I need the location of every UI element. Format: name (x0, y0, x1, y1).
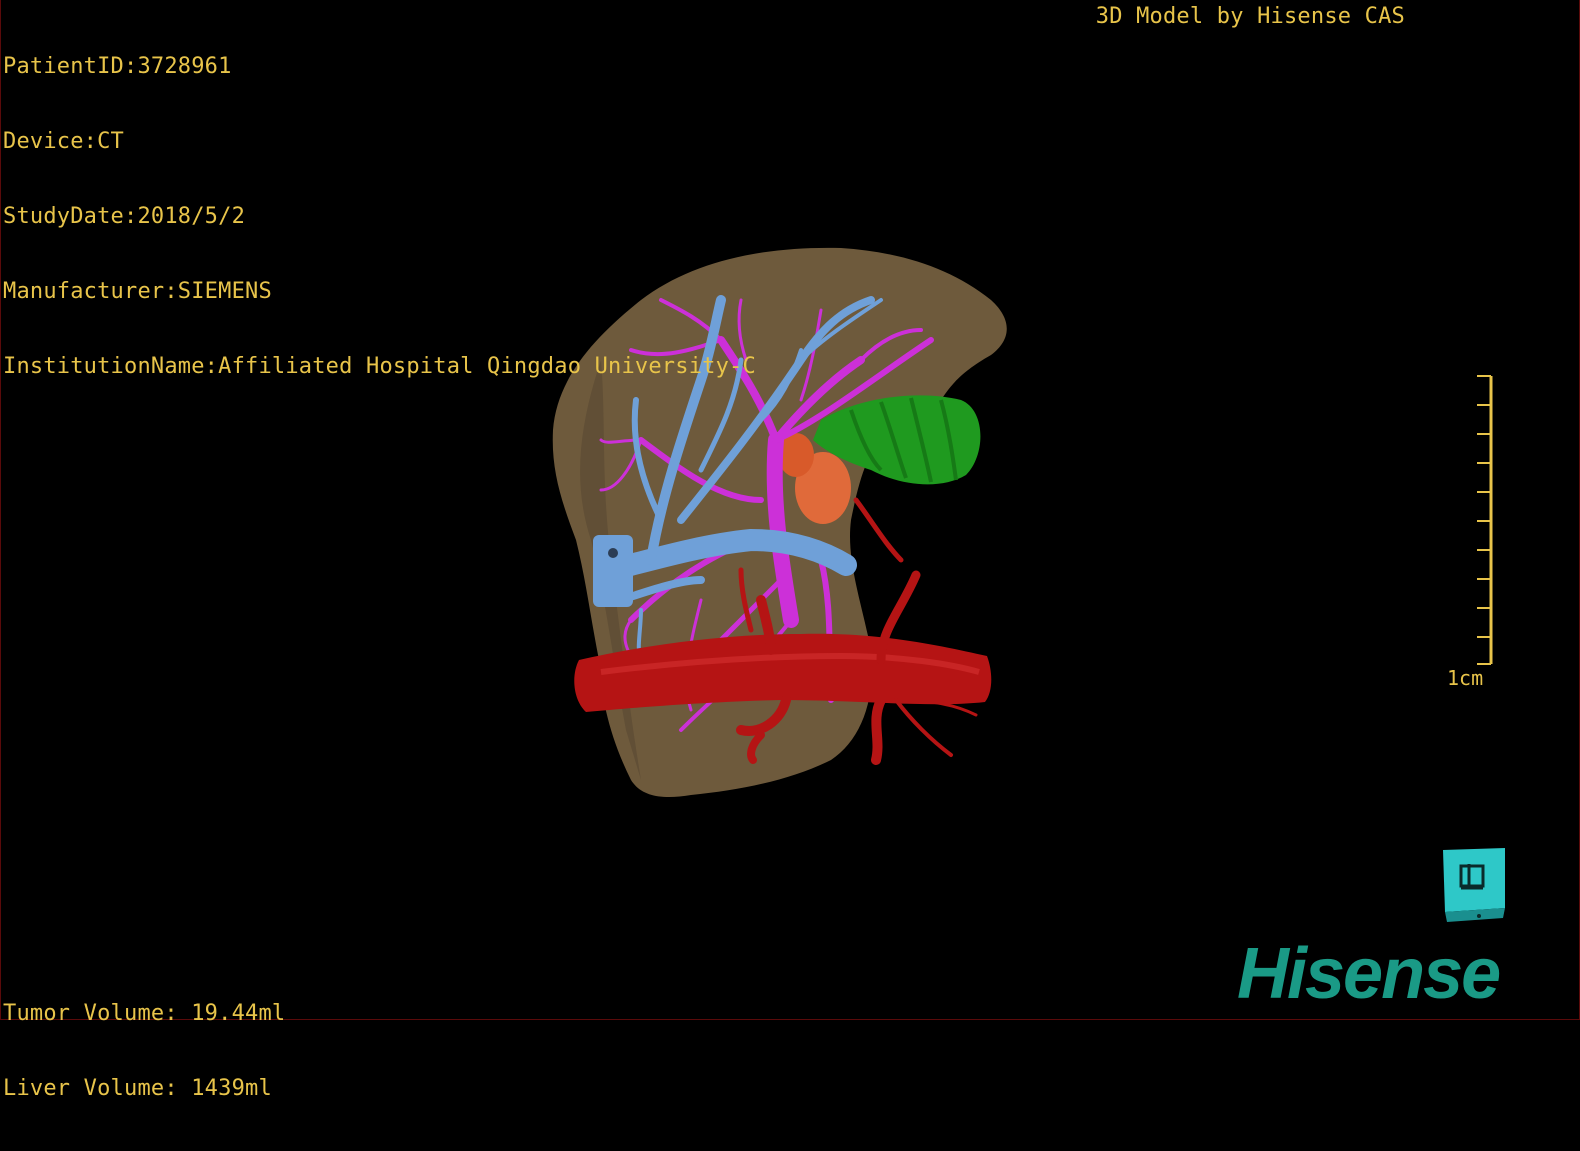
3d-viewport[interactable]: PatientID:3728961 Device:CT StudyDate:20… (0, 0, 1580, 1101)
hisense-logo: Hisense (1237, 934, 1501, 1014)
vena-cava-opening (608, 548, 618, 558)
scale-bar (1477, 375, 1493, 665)
study-date-label: StudyDate:2018/5/2 (3, 204, 246, 229)
device-label: Device:CT (3, 129, 125, 154)
patient-info-block: PatientID:3728961 Device:CT StudyDate:20… (3, 4, 756, 429)
institution-label: InstitutionName:Affiliated Hospital Qing… (3, 354, 756, 379)
manufacturer-label: Manufacturer:SIEMENS (3, 279, 272, 304)
tumor-volume-label: Tumor Volume: 19.44ml (3, 1001, 286, 1026)
liver-volume-label: Liver Volume: 1439ml (3, 1076, 272, 1101)
volume-info-block: Tumor Volume: 19.44ml Liver Volume: 1439… (3, 951, 285, 1151)
scale-label: 1cm (1447, 666, 1484, 690)
orientation-cube-icon[interactable] (1441, 846, 1507, 922)
model-credit: 3D Model by Hisense CAS (1095, 4, 1405, 29)
patient-id-label: PatientID:3728961 (3, 54, 232, 79)
vena-cava-stub (593, 535, 633, 607)
